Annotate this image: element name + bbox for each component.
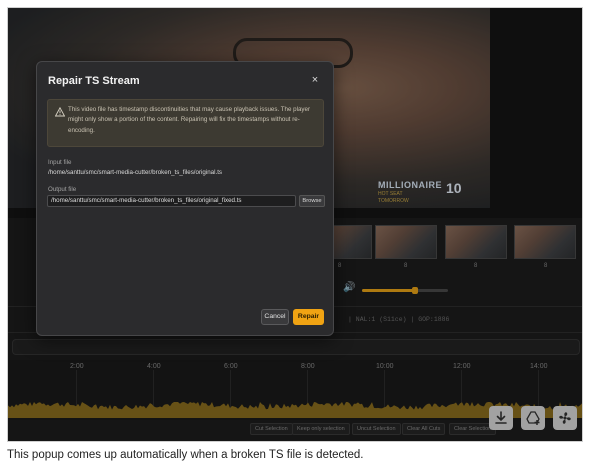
repair-button[interactable]: Repair bbox=[293, 309, 324, 325]
browse-button[interactable]: Browse bbox=[299, 195, 325, 207]
dialog-title: Repair TS Stream bbox=[48, 75, 140, 87]
app-window: MILLIONAIRE HOT SEAT TOMORROW 10 8 8 8 8… bbox=[7, 7, 583, 442]
output-file-field[interactable]: /home/santtu/smc/smart-media-cutter/brok… bbox=[47, 195, 296, 207]
warning-icon bbox=[55, 107, 65, 117]
repair-ts-dialog: Repair TS Stream × This video file has t… bbox=[36, 61, 334, 336]
output-file-label: Output file bbox=[48, 186, 77, 193]
input-file-label: Input file bbox=[48, 159, 72, 166]
input-file-path: /home/santtu/smc/smart-media-cutter/brok… bbox=[48, 169, 223, 176]
close-icon[interactable]: × bbox=[309, 74, 321, 86]
caption: This popup comes up automatically when a… bbox=[7, 449, 364, 461]
cancel-button[interactable]: Cancel bbox=[261, 309, 289, 325]
warning-text: This video file has timestamp discontinu… bbox=[68, 106, 311, 134]
warning-box: This video file has timestamp discontinu… bbox=[47, 99, 324, 147]
